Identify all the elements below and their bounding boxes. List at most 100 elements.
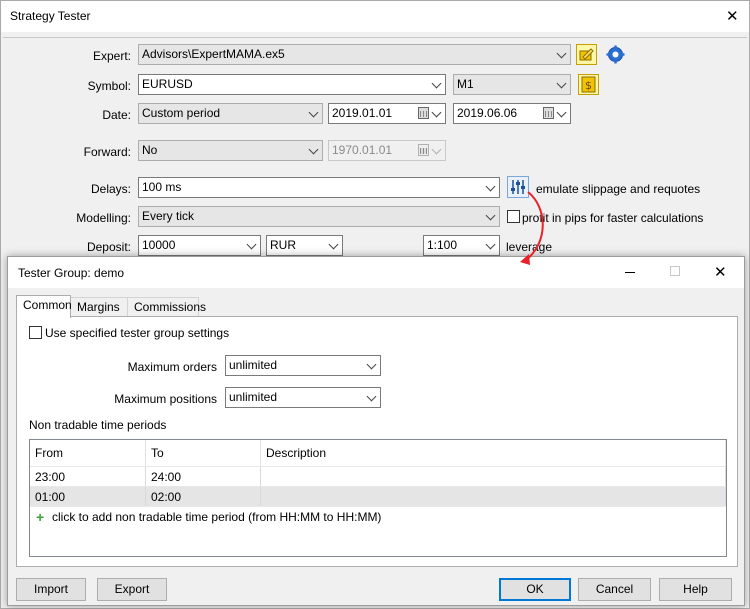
chevron-down-icon xyxy=(485,210,496,221)
row-description-cell xyxy=(261,487,726,507)
chevron-down-icon xyxy=(556,48,567,59)
date-period-select[interactable]: Custom period xyxy=(138,103,323,124)
forward-date-picker[interactable]: 1970.01.01 xyxy=(328,140,446,161)
dialog-close-icon[interactable]: ✕ xyxy=(714,265,727,280)
gear-icon xyxy=(606,45,625,64)
cancel-button[interactable]: Cancel xyxy=(578,578,651,601)
row-from-cell: 23:00 xyxy=(30,467,146,487)
calendar-icon xyxy=(543,107,554,119)
delays-note: emulate slippage and requotes xyxy=(536,182,701,196)
add-period-row[interactable]: + click to add non tradable time period … xyxy=(30,506,726,526)
date-from-value: 2019.01.01 xyxy=(332,106,393,120)
import-button[interactable]: Import xyxy=(16,578,86,601)
chevron-down-icon xyxy=(485,239,496,250)
date-to-picker[interactable]: 2019.06.06 xyxy=(453,103,571,124)
export-button[interactable]: Export xyxy=(97,578,167,601)
maximize-icon[interactable] xyxy=(670,266,680,276)
max-positions-value: unlimited xyxy=(229,390,278,404)
column-header-from[interactable]: From xyxy=(30,440,146,466)
column-header-to[interactable]: To xyxy=(146,440,261,466)
modelling-select[interactable]: Every tick xyxy=(138,206,500,227)
max-orders-select[interactable]: unlimited xyxy=(225,355,381,376)
dialog-title-bar: Tester Group: demo ✕ xyxy=(8,257,744,288)
max-positions-select[interactable]: unlimited xyxy=(225,387,381,408)
max-orders-value: unlimited xyxy=(229,358,278,372)
expert-properties-button[interactable] xyxy=(576,44,597,65)
chevron-down-icon xyxy=(431,78,442,89)
timeframe-value: M1 xyxy=(457,77,474,91)
table-row[interactable]: 01:00 02:00 xyxy=(30,486,726,507)
forward-select[interactable]: No xyxy=(138,140,323,161)
chevron-down-icon xyxy=(308,144,319,155)
use-specified-settings-checkbox[interactable] xyxy=(29,326,42,339)
row-description-cell xyxy=(261,467,726,487)
tab-commissions[interactable]: Commissions xyxy=(127,297,206,317)
symbol-value: EURUSD xyxy=(142,77,193,91)
non-tradable-periods-label: Non tradable time periods xyxy=(29,418,167,432)
deposit-currency-select[interactable]: RUR xyxy=(266,235,343,256)
chevron-down-icon xyxy=(556,78,567,89)
plus-icon: + xyxy=(36,509,45,525)
expert-label: Expert: xyxy=(92,49,131,63)
main-close-icon[interactable]: ✕ xyxy=(726,9,739,24)
deposit-amount-select[interactable]: 10000 xyxy=(138,235,261,256)
forward-value: No xyxy=(142,143,158,157)
table-header: From To Description xyxy=(30,440,726,466)
symbol-select[interactable]: EURUSD xyxy=(138,74,446,95)
chevron-down-icon xyxy=(431,107,442,118)
help-button[interactable]: Help xyxy=(659,578,732,601)
minimize-icon[interactable] xyxy=(625,272,635,273)
delays-label: Delays: xyxy=(90,182,131,196)
max-orders-label: Maximum orders xyxy=(127,360,217,374)
chevron-down-icon xyxy=(246,239,257,250)
modelling-value: Every tick xyxy=(142,209,195,223)
row-to-cell: 02:00 xyxy=(146,487,261,507)
deposit-currency-value: RUR xyxy=(270,238,296,252)
calendar-icon xyxy=(418,107,429,119)
expert-select[interactable]: Advisors\ExpertMAMA.ex5 xyxy=(138,44,571,65)
delays-select[interactable]: 100 ms xyxy=(138,177,500,198)
chevron-down-icon xyxy=(431,144,442,155)
date-period-value: Custom period xyxy=(142,106,221,120)
ok-button[interactable]: OK xyxy=(499,578,571,601)
row-to-cell: 24:00 xyxy=(146,467,261,487)
pencil-edit-icon xyxy=(579,48,594,61)
main-window-title: Strategy Tester xyxy=(10,9,91,23)
deposit-amount-value: 10000 xyxy=(142,238,176,252)
dialog-title: Tester Group: demo xyxy=(18,266,125,280)
leverage-select[interactable]: 1:100 xyxy=(423,235,500,256)
chevron-down-icon xyxy=(366,359,377,370)
timeframe-select[interactable]: M1 xyxy=(453,74,571,95)
add-period-hint: click to add non tradable time period (f… xyxy=(52,510,382,524)
svg-text:$: $ xyxy=(585,79,592,92)
chevron-down-icon xyxy=(485,181,496,192)
date-from-picker[interactable]: 2019.01.01 xyxy=(328,103,446,124)
expert-value: Advisors\ExpertMAMA.ex5 xyxy=(142,47,285,61)
settings-button[interactable] xyxy=(605,44,626,65)
symbol-label: Symbol: xyxy=(87,79,131,93)
symbol-properties-button[interactable]: $ xyxy=(578,74,599,95)
modelling-label: Modelling: xyxy=(76,211,131,225)
date-label: Date: xyxy=(102,108,131,122)
table-row[interactable]: 23:00 24:00 xyxy=(30,466,726,487)
main-title-bar: Strategy Tester ✕ xyxy=(1,1,749,32)
column-header-description[interactable]: Description xyxy=(261,440,726,466)
date-to-value: 2019.06.06 xyxy=(457,106,518,120)
tab-common[interactable]: Common xyxy=(16,295,72,318)
calendar-icon xyxy=(418,144,429,156)
settings-panel: Expert: Advisors\ExpertMAMA.ex5 Symbol: xyxy=(3,37,747,267)
common-tab-panel: Use specified tester group settings Maxi… xyxy=(16,316,738,567)
forward-label: Forward: xyxy=(83,145,131,159)
chevron-down-icon xyxy=(366,391,377,402)
max-positions-label: Maximum positions xyxy=(114,392,217,406)
tab-margins[interactable]: Margins xyxy=(70,297,128,317)
red-pointer-arrow xyxy=(520,191,544,265)
non-tradable-periods-table: From To Description 23:00 24:00 01:00 02… xyxy=(29,439,727,557)
chevron-down-icon xyxy=(556,107,567,118)
deposit-label: Deposit: xyxy=(86,240,131,254)
chevron-down-icon xyxy=(328,239,339,250)
tester-group-dialog: Tester Group: demo ✕ Common Margins Comm… xyxy=(7,256,745,606)
leverage-value: 1:100 xyxy=(427,238,458,252)
dollar-icon: $ xyxy=(581,76,596,93)
use-specified-settings-label: Use specified tester group settings xyxy=(45,326,230,340)
